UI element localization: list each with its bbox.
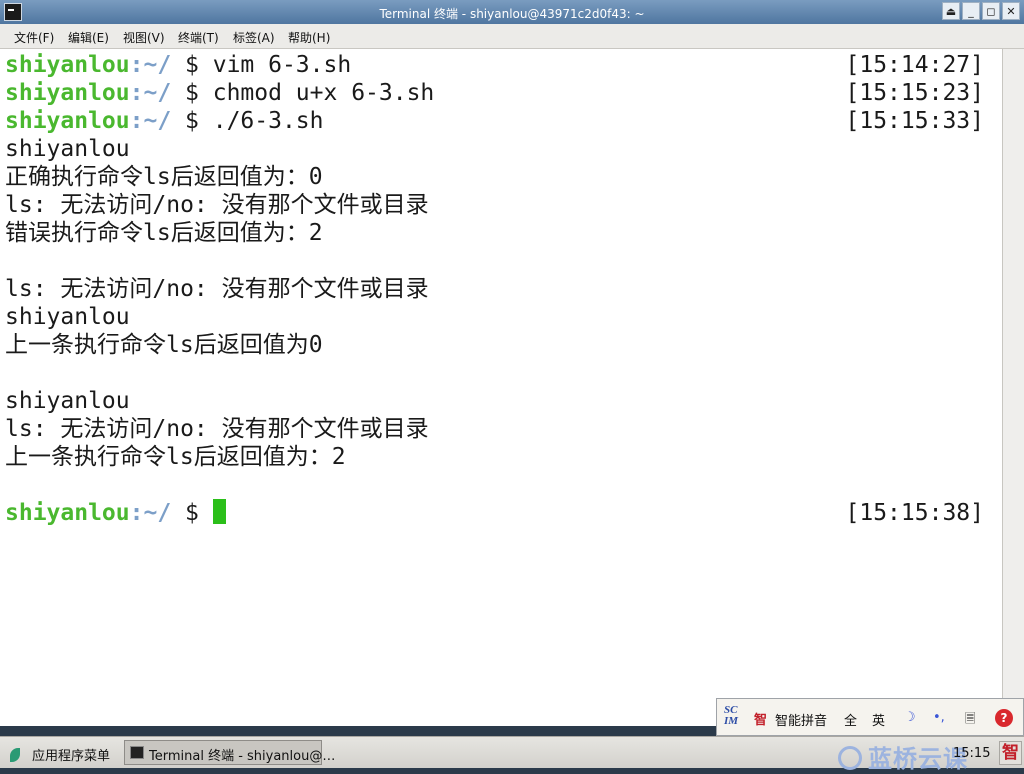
prompt-path: :~/: [129, 52, 172, 78]
window-title: Terminal 终端 - shiyanlou@43971c2d0f43: ~: [379, 7, 645, 21]
help-icon[interactable]: ?: [995, 709, 1013, 727]
menu-view[interactable]: 视图(V): [123, 29, 165, 46]
applications-menu-button[interactable]: 应用程序菜单: [10, 745, 110, 764]
ime-tray-icon[interactable]: 智: [999, 741, 1022, 765]
output-line: ls: 无法访问/no: 没有那个文件或目录: [5, 276, 429, 302]
menu-bar: 文件(F) 编辑(E) 视图(V) 终端(T) 标签(A) 帮助(H): [0, 24, 1024, 49]
menu-file[interactable]: 文件(F): [14, 29, 54, 46]
keyboard-icon[interactable]: 🗏: [965, 710, 975, 732]
prompt-user: shiyanlou: [5, 108, 130, 134]
sogou-logo-icon[interactable]: SC IM: [724, 705, 738, 727]
lanqiao-logo-icon: [838, 746, 862, 770]
command-timestamp: [15:15:33]: [845, 108, 984, 134]
menu-help[interactable]: 帮助(H): [288, 29, 330, 46]
xfce-leaf-icon: [10, 748, 20, 762]
terminal-task-label: Terminal 终端 - shiyanlou@…: [149, 749, 336, 764]
text-cursor: [212, 499, 226, 524]
ime-mode-label[interactable]: 智能拼音: [775, 710, 827, 729]
output-line: shiyanlou: [5, 388, 130, 414]
output-line: 正确执行命令ls后返回值为：0: [5, 164, 323, 190]
terminal-task-button[interactable]: Terminal 终端 - shiyanlou@…: [124, 740, 335, 765]
prompt-symbol: $: [171, 80, 213, 106]
ime-toolbar: SC IM 智 智能拼音 全 英 ☽ •, 🗏 ?: [716, 698, 1024, 736]
prompt-symbol: $: [171, 52, 213, 78]
taskbar: 应用程序菜单 Terminal 终端 - shiyanlou@… 蓝桥云课 15…: [0, 736, 1024, 773]
output-line: 上一条执行命令ls后返回值为0: [5, 332, 323, 358]
output-line: shiyanlou: [5, 136, 130, 162]
prompt-path: :~/: [129, 80, 172, 106]
menu-edit[interactable]: 编辑(E): [68, 29, 109, 46]
prompt-symbol: $: [171, 500, 213, 526]
prompt-path: :~/: [129, 108, 172, 134]
command-line: shiyanlou:~/ $ chmod u+x 6-3.sh: [5, 79, 434, 107]
command-line: shiyanlou:~/ $ vim 6-3.sh: [5, 51, 351, 79]
shade-button-icon[interactable]: ⏏: [942, 2, 960, 20]
close-button-icon[interactable]: ✕: [1002, 2, 1020, 20]
command-text: chmod u+x 6-3.sh: [212, 80, 435, 106]
output-line: ls: 无法访问/no: 没有那个文件或目录: [5, 416, 429, 442]
minimize-button-icon[interactable]: _: [962, 2, 980, 20]
full-width-toggle[interactable]: 全: [844, 710, 857, 729]
maximize-button-icon[interactable]: ◻: [982, 2, 1000, 20]
language-toggle[interactable]: 英: [872, 710, 885, 729]
clock[interactable]: 15:15: [953, 746, 990, 761]
output-line: ls: 无法访问/no: 没有那个文件或目录: [5, 192, 429, 218]
ime-brand-icon[interactable]: 智: [754, 709, 767, 728]
command-text: ./6-3.sh: [212, 108, 324, 134]
terminal-task-icon: [130, 746, 144, 759]
output-line: shiyanlou: [5, 304, 130, 330]
command-text: vim 6-3.sh: [212, 52, 352, 78]
output-line: 错误执行命令ls后返回值为：2: [5, 220, 323, 246]
prompt-user: shiyanlou: [5, 52, 130, 78]
terminal-output-area[interactable]: shiyanlou:~/ $ vim 6-3.sh [15:14:27] shi…: [0, 49, 1002, 726]
title-bar[interactable]: Terminal 终端 - shiyanlou@43971c2d0f43: ~ …: [0, 0, 1024, 24]
prompt-symbol: $: [171, 108, 213, 134]
prompt-timestamp: [15:15:38]: [845, 500, 984, 526]
prompt-user: shiyanlou: [5, 80, 130, 106]
menu-tabs[interactable]: 标签(A): [233, 29, 275, 46]
moon-icon[interactable]: ☽: [904, 710, 916, 725]
punctuation-icon[interactable]: •,: [933, 710, 945, 725]
window-controls: ⏏ _ ◻ ✕: [940, 2, 1020, 22]
current-prompt-line[interactable]: shiyanlou:~/ $: [5, 499, 226, 527]
applications-menu-label: 应用程序菜单: [32, 749, 111, 764]
command-timestamp: [15:14:27]: [845, 52, 984, 78]
command-timestamp: [15:15:23]: [845, 80, 984, 106]
terminal-scrollbar[interactable]: [1002, 49, 1024, 726]
prompt-path: :~/: [129, 500, 172, 526]
prompt-user: shiyanlou: [5, 500, 130, 526]
menu-terminal[interactable]: 终端(T): [178, 29, 219, 46]
lanqiao-watermark: 蓝桥云课: [838, 739, 968, 774]
output-line: 上一条执行命令ls后返回值为：2: [5, 444, 346, 470]
command-line: shiyanlou:~/ $ ./6-3.sh: [5, 107, 324, 135]
